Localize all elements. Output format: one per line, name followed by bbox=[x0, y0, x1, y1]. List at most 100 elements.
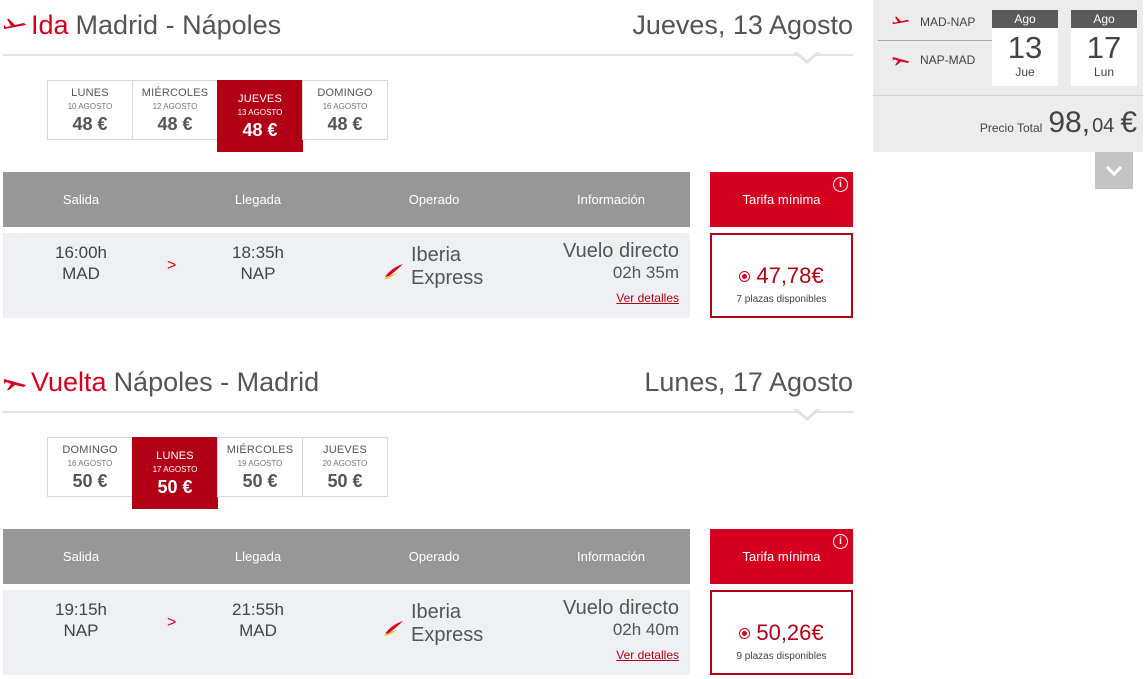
outbound-day-option[interactable]: MIÉRCOLES 12 AGOSTO 48 € bbox=[132, 80, 218, 140]
return-divider bbox=[3, 411, 853, 413]
details-link[interactable]: Ver detalles bbox=[563, 648, 679, 662]
plane-arrival-icon bbox=[892, 57, 910, 66]
col-salida: Salida bbox=[62, 192, 100, 207]
summary-route-out-label: MAD-NAP bbox=[920, 14, 976, 29]
operator-name-2: Express bbox=[411, 624, 484, 646]
return-day-option[interactable]: MIÉRCOLES 19 AGOSTO 50 € bbox=[217, 437, 303, 497]
calendar-month: Ago bbox=[1071, 10, 1137, 28]
day-price: 48 € bbox=[327, 114, 363, 134]
day-date: 16 AGOSTO bbox=[322, 102, 368, 111]
calendar-month: Ago bbox=[992, 10, 1058, 28]
day-name: MIÉRCOLES bbox=[141, 87, 209, 99]
return-day-option-selected[interactable]: LUNES 17 AGOSTO 50 € bbox=[132, 437, 218, 509]
outbound-fare-option[interactable]: 47,78 € 7 plazas disponibles bbox=[710, 233, 853, 318]
return-section: Vuelta Nápoles - Madrid Lunes, 17 Agosto… bbox=[3, 357, 853, 675]
plane-departure-icon bbox=[892, 16, 910, 24]
col-salida: Salida bbox=[62, 549, 100, 564]
col-operado: Operado bbox=[408, 192, 460, 207]
arrival-time: 21:55h bbox=[232, 600, 284, 619]
return-fare-option[interactable]: 50,26 € 9 plazas disponibles bbox=[710, 590, 853, 675]
summary-divider bbox=[873, 95, 1143, 96]
outbound-route: Madrid - Nápoles bbox=[75, 10, 282, 40]
details-link[interactable]: Ver detalles bbox=[563, 291, 679, 305]
tarifa-label: Tarifa mínima bbox=[742, 192, 821, 207]
total-price: Precio Total 98, 04 € bbox=[980, 106, 1137, 140]
day-name: LUNES bbox=[71, 87, 109, 99]
tarifa-label: Tarifa mínima bbox=[742, 549, 821, 564]
info-icon[interactable]: i bbox=[833, 534, 848, 549]
flight-type: Vuelo directo bbox=[563, 597, 679, 619]
operator-cell: Iberia Express bbox=[383, 601, 483, 647]
fare-currency: € bbox=[811, 263, 824, 288]
calendar-return: Ago 17 Lun bbox=[1071, 10, 1137, 86]
iberia-logo-icon bbox=[384, 621, 403, 636]
day-date: 10 AGOSTO bbox=[67, 102, 113, 111]
return-day-selector: DOMINGO 16 AGOSTO 50 € LUNES 17 AGOSTO 5… bbox=[47, 437, 388, 509]
day-name: JUEVES bbox=[323, 444, 367, 456]
outbound-flight-row[interactable]: 16:00h MAD > 18:35h NAP Iberia Express V… bbox=[3, 233, 690, 318]
outbound-header: Ida Madrid - Nápoles Jueves, 13 Agosto bbox=[3, 0, 853, 64]
info-cell: Vuelo directo 02h 40m Ver detalles bbox=[563, 597, 679, 662]
plane-arrival-icon bbox=[4, 378, 26, 390]
return-day-option[interactable]: JUEVES 20 AGOSTO 50 € bbox=[302, 437, 388, 497]
day-name: DOMINGO bbox=[62, 444, 118, 456]
calendar-day: 13 bbox=[1007, 30, 1043, 65]
outbound-day-option[interactable]: LUNES 10 AGOSTO 48 € bbox=[47, 80, 133, 140]
expand-summary-button[interactable] bbox=[1095, 152, 1133, 189]
day-price: 48 € bbox=[72, 114, 108, 134]
operator-cell: Iberia Express bbox=[383, 244, 483, 290]
return-date: Lunes, 17 Agosto bbox=[644, 367, 853, 397]
departure-airport: MAD bbox=[62, 264, 100, 283]
outbound-table-header: Salida Llegada Operado Información bbox=[3, 172, 690, 227]
return-keyword: Vuelta bbox=[31, 367, 107, 397]
summary-route-outbound: MAD-NAP bbox=[878, 3, 993, 41]
trip-summary-panel: MAD-NAP NAP-MAD Ago 13 Jue Ago 17 Lun Pr… bbox=[873, 0, 1143, 152]
outbound-day-option-selected[interactable]: JUEVES 13 AGOSTO 48 € bbox=[217, 80, 303, 152]
arrival-cell: 21:55h MAD bbox=[232, 600, 284, 641]
return-tarifa-header: Tarifa mínima i bbox=[710, 529, 853, 584]
departure-cell: 19:15h NAP bbox=[55, 600, 107, 641]
day-date: 20 AGOSTO bbox=[322, 459, 368, 468]
day-date: 16 AGOSTO bbox=[67, 459, 113, 468]
flight-duration: 02h 40m bbox=[612, 620, 679, 639]
arrival-time: 18:35h bbox=[232, 243, 284, 262]
summary-route-back-label: NAP-MAD bbox=[920, 53, 976, 67]
outbound-keyword: Ida bbox=[31, 10, 69, 40]
fare-price: 47,78 € bbox=[712, 263, 851, 289]
operator-name-1: Iberia bbox=[411, 244, 462, 266]
day-date: 19 AGOSTO bbox=[237, 459, 283, 468]
outbound-title: Ida Madrid - Nápoles bbox=[3, 10, 281, 41]
day-price: 50 € bbox=[72, 471, 108, 491]
outbound-day-option[interactable]: DOMINGO 16 AGOSTO 48 € bbox=[302, 80, 388, 140]
radio-selected-icon[interactable] bbox=[739, 270, 751, 282]
return-table-header: Salida Llegada Operado Información bbox=[3, 529, 690, 584]
radio-selected-icon[interactable] bbox=[739, 627, 751, 639]
day-price: 50 € bbox=[242, 471, 278, 491]
col-informacion: Información bbox=[577, 192, 645, 207]
direction-arrow: > bbox=[167, 257, 177, 274]
day-name: JUEVES bbox=[238, 93, 282, 105]
col-informacion: Información bbox=[577, 549, 645, 564]
seats-available: 9 plazas disponibles bbox=[736, 651, 827, 662]
return-title: Vuelta Nápoles - Madrid bbox=[3, 367, 319, 398]
day-name: MIÉRCOLES bbox=[226, 444, 294, 456]
outbound-section: Ida Madrid - Nápoles Jueves, 13 Agosto L… bbox=[3, 0, 853, 318]
fare-amount: 50,26 bbox=[756, 620, 812, 645]
col-llegada: Llegada bbox=[234, 549, 282, 564]
return-flight-row[interactable]: 19:15h NAP > 21:55h MAD Iberia Express V… bbox=[3, 590, 690, 675]
outbound-notch bbox=[793, 50, 821, 64]
day-price: 48 € bbox=[242, 120, 278, 140]
calendar-day: 17 bbox=[1086, 30, 1122, 65]
departure-time: 19:15h bbox=[55, 600, 107, 619]
day-price: 50 € bbox=[327, 471, 363, 491]
outbound-divider bbox=[3, 54, 853, 56]
info-icon[interactable]: i bbox=[833, 177, 848, 192]
fare-price: 50,26 € bbox=[712, 620, 851, 646]
day-price: 50 € bbox=[157, 477, 193, 497]
calendar-weekday: Jue bbox=[1015, 65, 1035, 79]
arrival-airport: NAP bbox=[240, 264, 276, 283]
operator-name-2: Express bbox=[411, 267, 484, 289]
return-day-option[interactable]: DOMINGO 16 AGOSTO 50 € bbox=[47, 437, 133, 497]
chevron-down-icon bbox=[1105, 165, 1123, 176]
departure-cell: 16:00h MAD bbox=[55, 243, 107, 284]
